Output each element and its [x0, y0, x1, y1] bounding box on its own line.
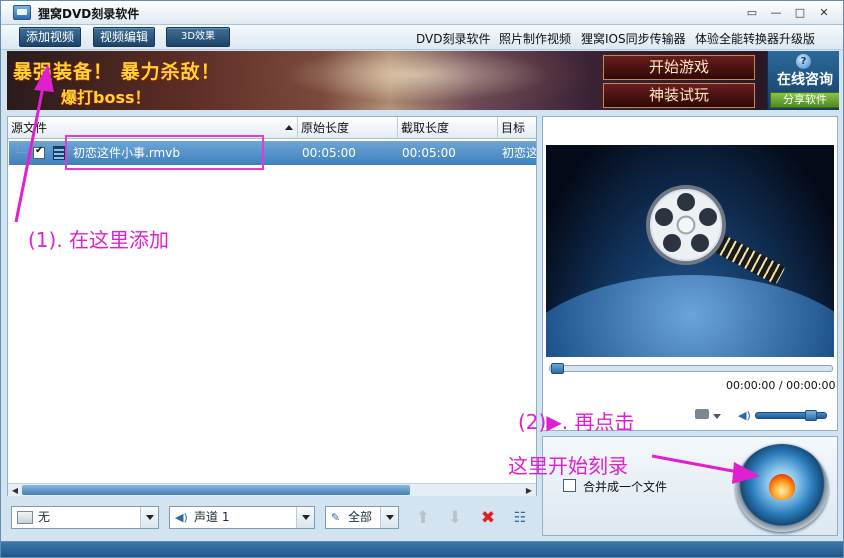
toolbar: 添加视频 视频编辑 3D效果 DVD刻录软件 照片制作视频 狸窝IOS同步传输器… [1, 25, 843, 50]
annotation-highlight-box [65, 135, 264, 170]
scrollbar-thumb[interactable] [22, 485, 410, 495]
merge-files-checkbox[interactable] [563, 479, 576, 492]
video-file-icon [53, 146, 65, 160]
column-original-length[interactable]: 原始长度 [298, 117, 398, 139]
scroll-right-icon[interactable]: ▶ [523, 485, 535, 496]
chevron-down-icon[interactable] [713, 414, 721, 419]
file-target: 初恋这 [502, 146, 536, 160]
minimize-button[interactable]: — [767, 4, 785, 21]
column-source-file-label: 源文件 [11, 121, 48, 135]
banner-artwork [247, 51, 587, 110]
merge-files-label: 合并成一个文件 [583, 480, 668, 494]
online-consult-label: 在线咨询 [777, 72, 833, 88]
subtitle-select[interactable]: 无 [11, 506, 159, 529]
banner-slogan-line1: 暴强装备！ 暴力杀敌！ [13, 61, 221, 83]
subtitle-value: 无 [38, 510, 51, 524]
share-software-button[interactable]: 分享软件 [770, 92, 839, 108]
speaker-icon: ◀) [175, 511, 188, 524]
list-controls: 无 ◀) 声道 1 ✎ 全部 ⬆ ⬇ ✖ ☷ [7, 504, 537, 534]
volume-slider[interactable] [755, 410, 827, 421]
scroll-left-icon[interactable]: ◀ [9, 485, 21, 496]
edit-video-button[interactable]: 视频编辑 [93, 27, 156, 47]
seek-handle[interactable] [551, 363, 564, 374]
annotation-step1: (1). 在这里添加 [28, 228, 170, 252]
add-video-button[interactable]: 添加视频 [19, 27, 82, 47]
volume-icon[interactable]: ◀) [738, 409, 751, 422]
preview-panel: 00:00:00 / 00:00:00 ◀) [542, 116, 838, 431]
ad-banner[interactable]: 暴强装备！ 暴力杀敌！ 爆打boss！ 开始游戏 神装试玩 ? 在线咨询 分享软… [7, 51, 839, 110]
chevron-down-icon [380, 507, 398, 528]
online-consult-panel[interactable]: ? 在线咨询 分享软件 [767, 51, 839, 110]
file-list[interactable]: 源文件 原始长度 截取长度 目标文 初恋这件小事.rmvb 00:05:00 0… [7, 116, 537, 496]
horizontal-scrollbar[interactable]: ◀ ▶ [8, 483, 536, 496]
flame-icon [769, 474, 795, 500]
annotation-step2-line2: 这里开始刻录 [508, 454, 628, 478]
scope-select[interactable]: ✎ 全部 [325, 506, 399, 529]
clear-list-icon[interactable]: ☷ [510, 508, 530, 528]
link-dvd-burner[interactable]: DVD刻录软件 [416, 30, 490, 47]
file-checkbox[interactable] [33, 145, 45, 159]
volume-handle[interactable] [805, 410, 818, 421]
3d-effect-button[interactable]: 3D效果 [166, 27, 230, 47]
status-bar [1, 541, 843, 557]
subtitle-icon [17, 511, 33, 524]
audio-track-value: 声道 1 [194, 510, 230, 524]
camera-icon[interactable] [695, 409, 709, 419]
apply-scope-icon: ✎ [331, 511, 341, 524]
playback-time: 00:00:00 / 00:00:00 [726, 379, 836, 392]
window-title: 狸窝DVD刻录软件 [38, 7, 140, 21]
chevron-down-icon [296, 507, 314, 528]
banner-slogan-line2: 爆打boss！ [61, 88, 151, 107]
start-game-button[interactable]: 开始游戏 [603, 55, 755, 80]
column-target-file[interactable]: 目标文 [498, 117, 536, 157]
video-preview-screen [546, 145, 834, 357]
maximize-button[interactable]: □ [791, 4, 809, 21]
start-burn-button[interactable] [736, 444, 828, 532]
chevron-down-icon [140, 507, 158, 528]
close-button[interactable]: ✕ [815, 4, 833, 21]
file-original-length: 00:05:00 [302, 146, 356, 160]
sort-ascending-icon [285, 125, 293, 130]
app-logo-icon [13, 5, 31, 20]
title-bar: 狸窝DVD刻录软件 ▭ — □ ✕ [1, 1, 843, 25]
scope-value: 全部 [348, 510, 373, 524]
seek-slider[interactable] [549, 363, 833, 374]
link-photo-video[interactable]: 照片制作视频 [499, 30, 571, 47]
file-cut-length: 00:05:00 [402, 146, 456, 160]
annotation-step2: (2)▶. 再点击 [518, 410, 635, 434]
globe-backdrop [546, 275, 834, 357]
link-converter-upgrade[interactable]: 体验全能转换器升级版 [695, 30, 815, 47]
link-ios-transfer[interactable]: 狸窝IOS同步传输器 [581, 30, 686, 47]
move-down-icon[interactable]: ⬇ [445, 508, 465, 528]
restore-button[interactable]: ▭ [743, 4, 761, 21]
help-icon: ? [796, 54, 811, 69]
audio-track-select[interactable]: ◀) 声道 1 [169, 506, 315, 529]
delete-icon[interactable]: ✖ [478, 508, 498, 528]
try-gear-button[interactable]: 神装试玩 [603, 83, 755, 108]
column-cut-length[interactable]: 截取长度 [398, 117, 498, 139]
film-reel-icon [646, 185, 726, 265]
move-up-icon[interactable]: ⬆ [413, 508, 433, 528]
tree-connector [17, 141, 27, 153]
app-window: 狸窝DVD刻录软件 ▭ — □ ✕ 添加视频 视频编辑 3D效果 DVD刻录软件… [0, 0, 844, 558]
